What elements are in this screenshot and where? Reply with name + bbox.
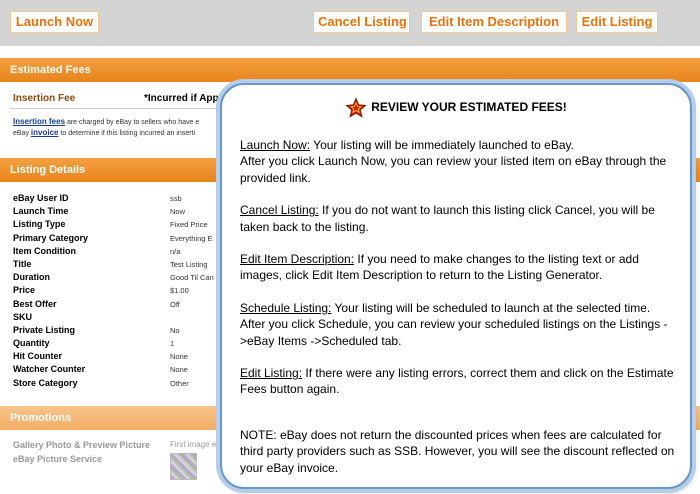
launch-now-button[interactable]: Launch Now [10, 11, 99, 33]
detail-row: Private Listing No [13, 324, 221, 337]
detail-label: Launch Time [13, 206, 69, 217]
detail-row: eBay User ID ssb [13, 192, 221, 205]
cancel-listing-paragraph: Cancel Listing: If you do not want to la… [240, 202, 676, 235]
detail-label: Best Offer [13, 298, 57, 309]
detail-label: Primary Category [13, 232, 89, 243]
edit-listing-paragraph: Edit Listing: If there were any listing … [240, 365, 676, 398]
detail-value: None [170, 352, 188, 362]
fee-divider [10, 108, 225, 109]
cancel-listing-title: Cancel Listing: [240, 203, 319, 218]
insertion-fee-label: Insertion Fee [13, 93, 76, 104]
detail-value: Fixed Price [170, 220, 208, 230]
detail-row: Launch Time Now [13, 205, 221, 218]
launch-now-text-2: After you click Launch Now, you can revi… [240, 154, 667, 185]
detail-value: None [170, 365, 188, 375]
launch-now-text: Your listing will be immediately launche… [310, 138, 574, 152]
listing-details-table: eBay User ID ssb Launch Time Now Listing Typ… [13, 192, 221, 390]
detail-label: Item Condition [13, 245, 76, 256]
red-star-icon [345, 97, 367, 118]
detail-label: Quantity [13, 338, 50, 349]
detail-row: Listing Type Fixed Price [13, 218, 221, 231]
detail-label: Private Listing [13, 324, 76, 335]
detail-row: Quantity 1 [13, 337, 221, 350]
detail-row: Watcher Counter None [13, 363, 221, 376]
detail-value: Everything E [170, 233, 213, 243]
detail-row: Title Test Listing [13, 258, 221, 271]
insertion-fee-description: Insertion fees are charged by eBay to se… [13, 117, 223, 139]
detail-label: Watcher Counter [13, 364, 86, 375]
detail-label: SKU [13, 311, 33, 322]
detail-label: Title [13, 258, 32, 269]
review-fees-dialog: REVIEW YOUR ESTIMATED FEES! Launch Now: … [220, 83, 692, 489]
detail-value: ssb [170, 194, 182, 203]
detail-row: Duration Good Til Can [13, 271, 221, 284]
detail-value: Good Til Can [170, 273, 214, 283]
detail-row: Primary Category Everything E [13, 232, 221, 245]
schedule-listing-paragraph: Schedule Listing: Your listing will be s… [240, 300, 676, 349]
edit-listing-button[interactable]: Edit Listing [576, 11, 658, 33]
detail-row: Hit Counter None [13, 350, 221, 363]
fee-desc-text-1: are charged by eBay to sellers who have … [65, 119, 200, 126]
detail-label: eBay User ID [13, 193, 69, 203]
edit-listing-title: Edit Listing: [240, 366, 303, 381]
detail-row: SKU [13, 311, 221, 324]
schedule-listing-title: Schedule Listing: [240, 300, 332, 315]
detail-row: Item Condition n/a [13, 245, 221, 258]
item-thumbnail [170, 453, 197, 480]
fee-desc-text-2: eBay [13, 130, 31, 137]
detail-label: Hit Counter [13, 351, 62, 362]
action-toolbar: Launch Now Cancel Listing Edit Item Desc… [0, 0, 700, 46]
detail-value: Now [170, 207, 186, 217]
detail-row: Price $1.00 [13, 284, 221, 297]
detail-value: Test Listing [170, 259, 208, 269]
gallery-photo-label: Gallery Photo & Preview Picture [13, 440, 151, 450]
edit-item-description-button[interactable]: Edit Item Description [421, 11, 567, 33]
dialog-title: REVIEW YOUR ESTIMATED FEES! [222, 97, 690, 119]
fee-desc-text-3: to determine if this listing incurred an… [58, 130, 196, 137]
cancel-listing-button[interactable]: Cancel Listing [313, 11, 410, 33]
detail-label: Price [13, 285, 36, 296]
launch-now-title: Launch Now: [240, 138, 311, 152]
edit-description-paragraph: Edit Item Description: If you need to ma… [240, 251, 676, 284]
incurred-note: *Incurred if App [144, 93, 219, 104]
detail-value: 1 [170, 339, 175, 349]
gallery-photo-value: First image e [170, 440, 217, 449]
edit-description-title: Edit Item Description: [240, 252, 355, 267]
picture-service-label: eBay Picture Service [13, 454, 103, 464]
detail-row: Best Offer Off [13, 298, 221, 311]
dialog-title-text: REVIEW YOUR ESTIMATED FEES! [371, 100, 567, 115]
detail-value: No [170, 325, 180, 335]
detail-label: Duration [13, 272, 50, 283]
discount-note: NOTE: eBay does not return the discounte… [240, 427, 675, 475]
detail-row: Store Category Other [13, 377, 221, 390]
detail-value: $1.00 [170, 286, 189, 296]
detail-label: Store Category [13, 377, 78, 388]
launch-now-paragraph: Launch Now: Your listing will be immedia… [240, 137, 676, 186]
insertion-fees-link[interactable]: Insertion fees [13, 117, 65, 126]
detail-label: Listing Type [13, 219, 66, 230]
dialog-body: Launch Now: Your listing will be immedia… [240, 137, 676, 476]
edit-listing-text: If there were any listing errors, correc… [240, 366, 674, 397]
detail-value: Other [170, 378, 189, 388]
invoice-link[interactable]: invoice [31, 128, 59, 137]
detail-value: Off [170, 299, 180, 309]
estimated-fees-header: Estimated Fees [0, 58, 700, 82]
detail-value: n/a [170, 246, 181, 256]
